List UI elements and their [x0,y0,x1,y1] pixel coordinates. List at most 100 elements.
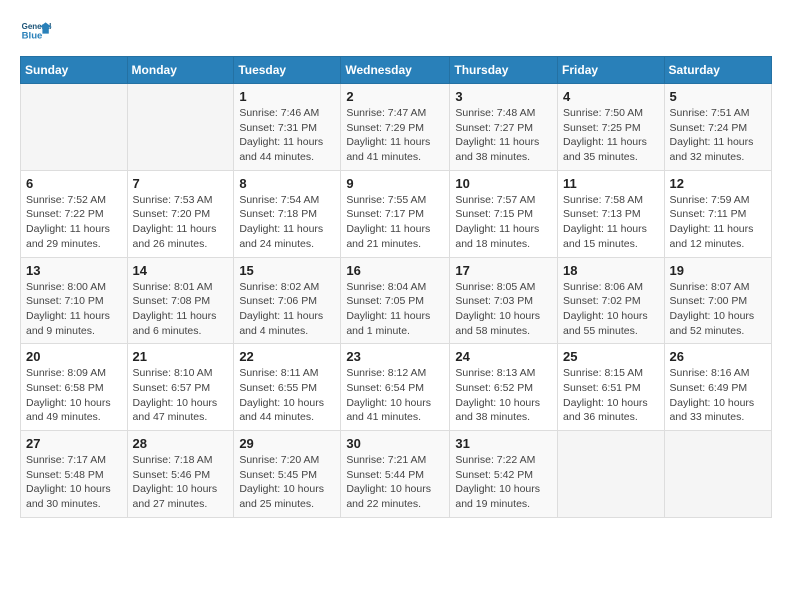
day-info: Sunrise: 8:04 AMSunset: 7:05 PMDaylight:… [346,280,444,339]
day-info: Sunrise: 8:11 AMSunset: 6:55 PMDaylight:… [239,366,335,425]
day-number: 11 [563,176,659,191]
day-info: Sunrise: 8:09 AMSunset: 6:58 PMDaylight:… [26,366,122,425]
calendar-cell: 9 Sunrise: 7:55 AMSunset: 7:17 PMDaylight… [341,170,450,257]
day-number: 10 [455,176,552,191]
day-number: 17 [455,263,552,278]
day-number: 13 [26,263,122,278]
calendar-cell: 1 Sunrise: 7:46 AMSunset: 7:31 PMDaylight… [234,84,341,171]
day-number: 28 [133,436,229,451]
day-info: Sunrise: 8:16 AMSunset: 6:49 PMDaylight:… [670,366,766,425]
calendar-container: General Blue SundayMondayTuesdayWednesda… [0,0,792,528]
day-info: Sunrise: 7:48 AMSunset: 7:27 PMDaylight:… [455,106,552,165]
day-number: 26 [670,349,766,364]
day-info: Sunrise: 7:55 AMSunset: 7:17 PMDaylight:… [346,193,444,252]
calendar-cell: 3 Sunrise: 7:48 AMSunset: 7:27 PMDaylight… [450,84,558,171]
weekday-header: Saturday [664,57,771,84]
calendar-cell: 28 Sunrise: 7:18 AMSunset: 5:46 PMDayligh… [127,431,234,518]
calendar-cell: 17 Sunrise: 8:05 AMSunset: 7:03 PMDayligh… [450,257,558,344]
calendar-cell: 14Sunrise: 8:01 AMSunset: 7:08 PMDayligh… [127,257,234,344]
header: General Blue [20,16,772,48]
day-info: Sunrise: 7:54 AMSunset: 7:18 PMDaylight:… [239,193,335,252]
weekday-header: Monday [127,57,234,84]
day-info: Sunrise: 7:58 AMSunset: 7:13 PMDaylight:… [563,193,659,252]
calendar-cell: 30 Sunrise: 7:21 AMSunset: 5:44 PMDayligh… [341,431,450,518]
day-info: Sunrise: 8:12 AMSunset: 6:54 PMDaylight:… [346,366,444,425]
day-number: 9 [346,176,444,191]
weekday-header: Tuesday [234,57,341,84]
calendar-cell [21,84,128,171]
day-info: Sunrise: 7:18 AMSunset: 5:46 PMDaylight:… [133,453,229,512]
day-info: Sunrise: 7:22 AMSunset: 5:42 PMDaylight:… [455,453,552,512]
calendar-cell: 26 Sunrise: 8:16 AMSunset: 6:49 PMDayligh… [664,344,771,431]
day-number: 23 [346,349,444,364]
calendar-week-row: 27 Sunrise: 7:17 AMSunset: 5:48 PMDayligh… [21,431,772,518]
day-info: Sunrise: 7:17 AMSunset: 5:48 PMDaylight:… [26,453,122,512]
calendar-cell: 13 Sunrise: 8:00 AMSunset: 7:10 PMDayligh… [21,257,128,344]
day-info: Sunrise: 8:10 AMSunset: 6:57 PMDaylight:… [133,366,229,425]
calendar-cell: 24 Sunrise: 8:13 AMSunset: 6:52 PMDayligh… [450,344,558,431]
weekday-header: Thursday [450,57,558,84]
day-info: Sunrise: 8:01 AMSunset: 7:08 PMDaylight:… [133,280,229,339]
weekday-header: Wednesday [341,57,450,84]
day-info: Sunrise: 7:46 AMSunset: 7:31 PMDaylight:… [239,106,335,165]
calendar-cell: 31 Sunrise: 7:22 AMSunset: 5:42 PMDayligh… [450,431,558,518]
calendar-table: SundayMondayTuesdayWednesdayThursdayFrid… [20,56,772,518]
calendar-cell: 21 Sunrise: 8:10 AMSunset: 6:57 PMDayligh… [127,344,234,431]
day-info: Sunrise: 7:20 AMSunset: 5:45 PMDaylight:… [239,453,335,512]
calendar-cell [127,84,234,171]
day-info: Sunrise: 7:53 AMSunset: 7:20 PMDaylight:… [133,193,229,252]
day-number: 22 [239,349,335,364]
day-info: Sunrise: 7:21 AMSunset: 5:44 PMDaylight:… [346,453,444,512]
calendar-cell: 10 Sunrise: 7:57 AMSunset: 7:15 PMDayligh… [450,170,558,257]
day-number: 4 [563,89,659,104]
calendar-cell: 6 Sunrise: 7:52 AMSunset: 7:22 PMDaylight… [21,170,128,257]
day-number: 30 [346,436,444,451]
day-info: Sunrise: 8:02 AMSunset: 7:06 PMDaylight:… [239,280,335,339]
day-number: 19 [670,263,766,278]
calendar-cell: 2Sunrise: 7:47 AMSunset: 7:29 PMDaylight… [341,84,450,171]
calendar-cell: 16 Sunrise: 8:04 AMSunset: 7:05 PMDayligh… [341,257,450,344]
day-number: 21 [133,349,229,364]
day-number: 8 [239,176,335,191]
calendar-cell: 23 Sunrise: 8:12 AMSunset: 6:54 PMDayligh… [341,344,450,431]
day-number: 31 [455,436,552,451]
day-number: 12 [670,176,766,191]
day-number: 7 [133,176,229,191]
calendar-cell: 27 Sunrise: 7:17 AMSunset: 5:48 PMDayligh… [21,431,128,518]
calendar-cell: 11 Sunrise: 7:58 AMSunset: 7:13 PMDayligh… [558,170,665,257]
calendar-cell: 25Sunrise: 8:15 AMSunset: 6:51 PMDayligh… [558,344,665,431]
day-info: Sunrise: 7:47 AMSunset: 7:29 PMDaylight:… [346,106,444,165]
day-info: Sunrise: 8:05 AMSunset: 7:03 PMDaylight:… [455,280,552,339]
calendar-cell: 18 Sunrise: 8:06 AMSunset: 7:02 PMDayligh… [558,257,665,344]
day-info: Sunrise: 8:07 AMSunset: 7:00 PMDaylight:… [670,280,766,339]
day-info: Sunrise: 8:13 AMSunset: 6:52 PMDaylight:… [455,366,552,425]
day-number: 29 [239,436,335,451]
calendar-cell [664,431,771,518]
calendar-week-row: 6 Sunrise: 7:52 AMSunset: 7:22 PMDaylight… [21,170,772,257]
day-number: 24 [455,349,552,364]
calendar-cell: 7 Sunrise: 7:53 AMSunset: 7:20 PMDaylight… [127,170,234,257]
day-info: Sunrise: 8:06 AMSunset: 7:02 PMDaylight:… [563,280,659,339]
day-info: Sunrise: 7:51 AMSunset: 7:24 PMDaylight:… [670,106,766,165]
logo: General Blue [20,16,54,48]
calendar-week-row: 13 Sunrise: 8:00 AMSunset: 7:10 PMDayligh… [21,257,772,344]
day-info: Sunrise: 7:52 AMSunset: 7:22 PMDaylight:… [26,193,122,252]
day-info: Sunrise: 8:00 AMSunset: 7:10 PMDaylight:… [26,280,122,339]
day-number: 3 [455,89,552,104]
svg-text:Blue: Blue [22,30,43,41]
calendar-cell: 5Sunrise: 7:51 AMSunset: 7:24 PMDaylight… [664,84,771,171]
day-number: 18 [563,263,659,278]
day-number: 20 [26,349,122,364]
weekday-header-row: SundayMondayTuesdayWednesdayThursdayFrid… [21,57,772,84]
day-info: Sunrise: 7:57 AMSunset: 7:15 PMDaylight:… [455,193,552,252]
day-info: Sunrise: 7:50 AMSunset: 7:25 PMDaylight:… [563,106,659,165]
day-number: 6 [26,176,122,191]
calendar-cell [558,431,665,518]
day-number: 16 [346,263,444,278]
day-number: 15 [239,263,335,278]
calendar-week-row: 1 Sunrise: 7:46 AMSunset: 7:31 PMDaylight… [21,84,772,171]
weekday-header: Friday [558,57,665,84]
day-number: 27 [26,436,122,451]
day-number: 25 [563,349,659,364]
day-number: 1 [239,89,335,104]
